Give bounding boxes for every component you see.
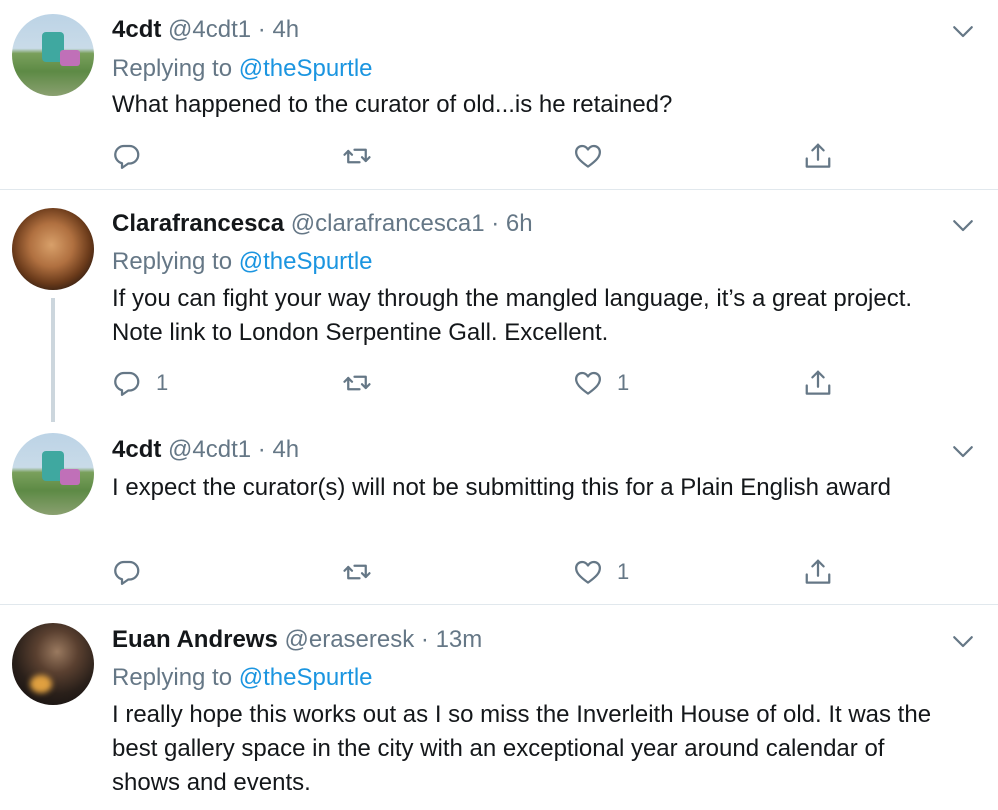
heart-icon xyxy=(573,557,603,587)
share-button[interactable] xyxy=(803,139,833,173)
replying-prefix: Replying to xyxy=(112,664,233,691)
mention-link[interactable]: @theSpurtle xyxy=(239,248,373,275)
reply-icon xyxy=(112,368,142,398)
reply-button[interactable]: 1 xyxy=(112,366,168,400)
avatar[interactable] xyxy=(12,623,94,705)
user-handle[interactable]: @4cdt1 xyxy=(168,16,251,43)
separator: · xyxy=(257,16,266,43)
like-count: 1 xyxy=(617,559,630,584)
share-icon xyxy=(803,368,833,398)
user-name[interactable]: Clarafrancesca xyxy=(112,210,284,237)
like-count: 1 xyxy=(617,370,630,395)
tweet-text: If you can fight your way through the ma… xyxy=(112,285,913,346)
heart-icon xyxy=(573,141,603,171)
user-handle[interactable]: @clarafrancesca1 xyxy=(291,210,485,237)
separator: · xyxy=(420,626,429,653)
share-button[interactable] xyxy=(803,366,833,400)
reply-icon xyxy=(112,557,142,587)
tweet-text: I really hope this works out as I so mis… xyxy=(112,701,932,796)
user-handle[interactable]: @4cdt1 xyxy=(168,436,251,463)
timestamp[interactable]: 4h xyxy=(272,436,299,463)
tweet[interactable]: 4cdt @4cdt1 · 4h Replying to @theSpurtle… xyxy=(0,0,998,189)
tweet-header: 4cdt @4cdt1 · 4h xyxy=(112,436,299,464)
separator: · xyxy=(491,210,500,237)
retweet-icon xyxy=(342,557,372,587)
user-name[interactable]: 4cdt xyxy=(112,16,161,43)
tweet-actions xyxy=(112,139,852,173)
retweet-button[interactable] xyxy=(342,555,386,589)
chevron-down-icon[interactable] xyxy=(948,16,978,46)
tweet[interactable]: Euan Andrews @eraseresk · 13m Replying t… xyxy=(0,605,998,810)
replying-to: Replying to @theSpurtle xyxy=(112,248,373,276)
avatar[interactable] xyxy=(12,433,94,515)
chevron-down-icon[interactable] xyxy=(948,626,978,656)
chevron-down-icon[interactable] xyxy=(948,210,978,240)
retweet-icon xyxy=(342,141,372,171)
tweet-text: What happened to the curator of old...is… xyxy=(112,91,673,118)
avatar[interactable] xyxy=(12,14,94,96)
tweet-header: 4cdt @4cdt1 · 4h xyxy=(112,16,299,44)
chevron-down-icon[interactable] xyxy=(948,436,978,466)
like-button[interactable]: 1 xyxy=(573,366,629,400)
replying-prefix: Replying to xyxy=(112,55,233,82)
share-icon xyxy=(803,557,833,587)
retweet-button[interactable] xyxy=(342,139,386,173)
timestamp[interactable]: 4h xyxy=(272,16,299,43)
timestamp[interactable]: 6h xyxy=(506,210,533,237)
user-name[interactable]: Euan Andrews xyxy=(112,626,278,653)
like-button[interactable]: 1 xyxy=(573,555,629,589)
replying-to: Replying to @theSpurtle xyxy=(112,55,373,83)
tweet-header: Clarafrancesca @clarafrancesca1 · 6h xyxy=(112,210,533,238)
separator: · xyxy=(257,436,266,463)
replying-to: Replying to @theSpurtle xyxy=(112,664,373,692)
replying-prefix: Replying to xyxy=(112,248,233,275)
retweet-button[interactable] xyxy=(342,366,386,400)
tweet[interactable]: 4cdt @4cdt1 · 4h I expect the curator(s)… xyxy=(0,415,998,604)
reply-icon xyxy=(112,141,142,171)
heart-icon xyxy=(573,368,603,398)
timestamp[interactable]: 13m xyxy=(436,626,483,653)
tweet-text: I expect the curator(s) will not be subm… xyxy=(112,474,892,501)
avatar[interactable] xyxy=(12,208,94,290)
reply-button[interactable] xyxy=(112,555,156,589)
thread-line xyxy=(51,298,55,422)
tweet[interactable]: Clarafrancesca @clarafrancesca1 · 6h Rep… xyxy=(0,190,998,415)
retweet-icon xyxy=(342,368,372,398)
reply-count: 1 xyxy=(156,370,169,395)
mention-link[interactable]: @theSpurtle xyxy=(239,664,373,691)
mention-link[interactable]: @theSpurtle xyxy=(239,55,373,82)
tweet-header: Euan Andrews @eraseresk · 13m xyxy=(112,626,482,654)
reply-button[interactable] xyxy=(112,139,156,173)
user-name[interactable]: 4cdt xyxy=(112,436,161,463)
share-button[interactable] xyxy=(803,555,833,589)
user-handle[interactable]: @eraseresk xyxy=(284,626,414,653)
share-icon xyxy=(803,141,833,171)
like-button[interactable] xyxy=(573,139,617,173)
tweet-actions: 1 xyxy=(112,555,852,589)
tweet-actions: 1 1 xyxy=(112,366,852,400)
